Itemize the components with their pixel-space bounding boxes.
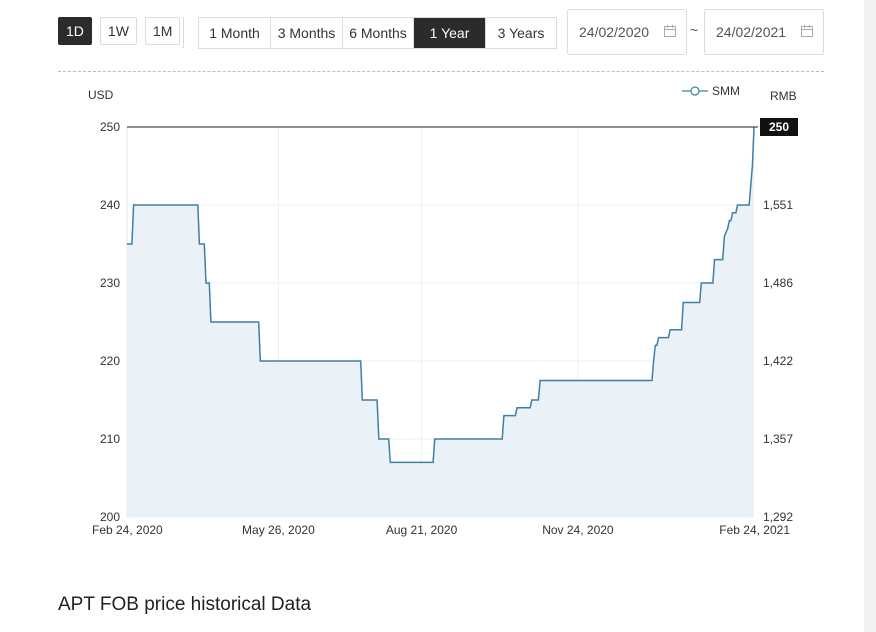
y-left-tick-label: 230 bbox=[100, 276, 120, 290]
x-tick-label: Nov 24, 2020 bbox=[542, 523, 614, 537]
y-right-tick-label: 1,357 bbox=[763, 432, 793, 446]
price-chart: 250 240 230 220 210 200 1,551 1,486 1,422 1,357 1,… bbox=[92, 118, 798, 537]
y-right-tick-label: 1,551 bbox=[763, 198, 793, 212]
page-title: APT FOB price historical Data bbox=[58, 594, 312, 615]
x-tick-label: Aug 21, 2020 bbox=[386, 523, 458, 537]
y-right-tick-label: 1,292 bbox=[763, 510, 793, 524]
last-value-label: 250 bbox=[769, 120, 789, 134]
y-right-tick-label: 1,486 bbox=[763, 276, 793, 290]
x-tick-label: Feb 24, 2021 bbox=[719, 523, 790, 537]
y-left-tick-label: 240 bbox=[100, 198, 120, 212]
y-left-tick-label: 200 bbox=[100, 510, 120, 524]
x-tick-label: May 26, 2020 bbox=[242, 523, 315, 537]
y-right-tick-label: 1,422 bbox=[763, 354, 793, 368]
x-tick-label: Feb 24, 2020 bbox=[92, 523, 163, 537]
y-left-tick-label: 250 bbox=[100, 120, 120, 134]
y-left-tick-label: 210 bbox=[100, 432, 120, 446]
y-left-tick-label: 220 bbox=[100, 354, 120, 368]
